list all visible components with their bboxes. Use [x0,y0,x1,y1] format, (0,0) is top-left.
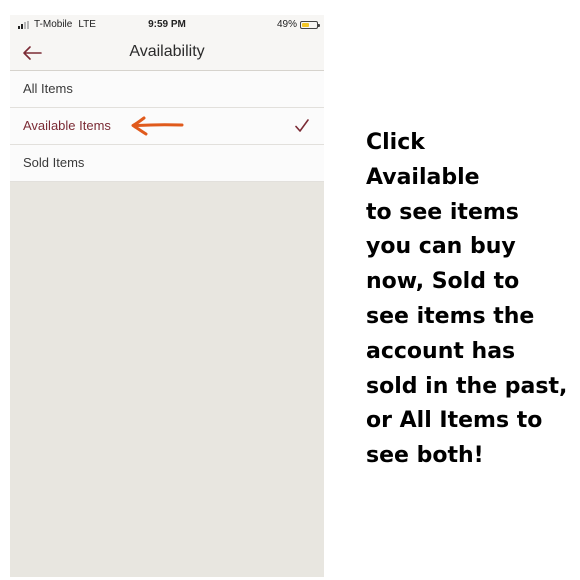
caption-line: Click [366,130,425,155]
nav-bar: Availability [10,35,324,71]
checkmark-icon [295,119,309,132]
option-label: All Items [23,81,73,96]
option-available-items[interactable]: Available Items [10,108,324,145]
caption-line: account has [366,338,516,364]
phone-screen: T-Mobile LTE 9:59 PM 49% Availability Al… [10,15,324,577]
option-label: Available Items [23,118,111,133]
caption-line: now, Sold to [366,269,520,295]
battery-icon [300,20,320,29]
caption-line: to see items [366,199,519,225]
option-all-items[interactable]: All Items [10,71,324,108]
caption-line: you can buy [366,234,516,260]
caption-line: or All Items to [366,408,543,434]
battery-percentage: 49% [276,19,297,30]
page-title: Availability [129,43,205,60]
caption-line: sold in the past, [366,373,568,399]
option-sold-items[interactable]: Sold Items [10,145,324,182]
caption-line: see items the [366,303,535,329]
status-right: 49% [276,19,320,30]
caption-line: Available [366,164,480,190]
option-label: Sold Items [23,155,85,170]
caption-line: see both! [366,443,484,469]
availability-options-list: All Items Available Items Sold Items [10,71,324,182]
hand-drawn-arrow-left-icon [131,116,184,136]
annotation-caption: Click Available to see items you can buy… [366,126,578,474]
status-bar: T-Mobile LTE 9:59 PM 49% [10,15,324,35]
